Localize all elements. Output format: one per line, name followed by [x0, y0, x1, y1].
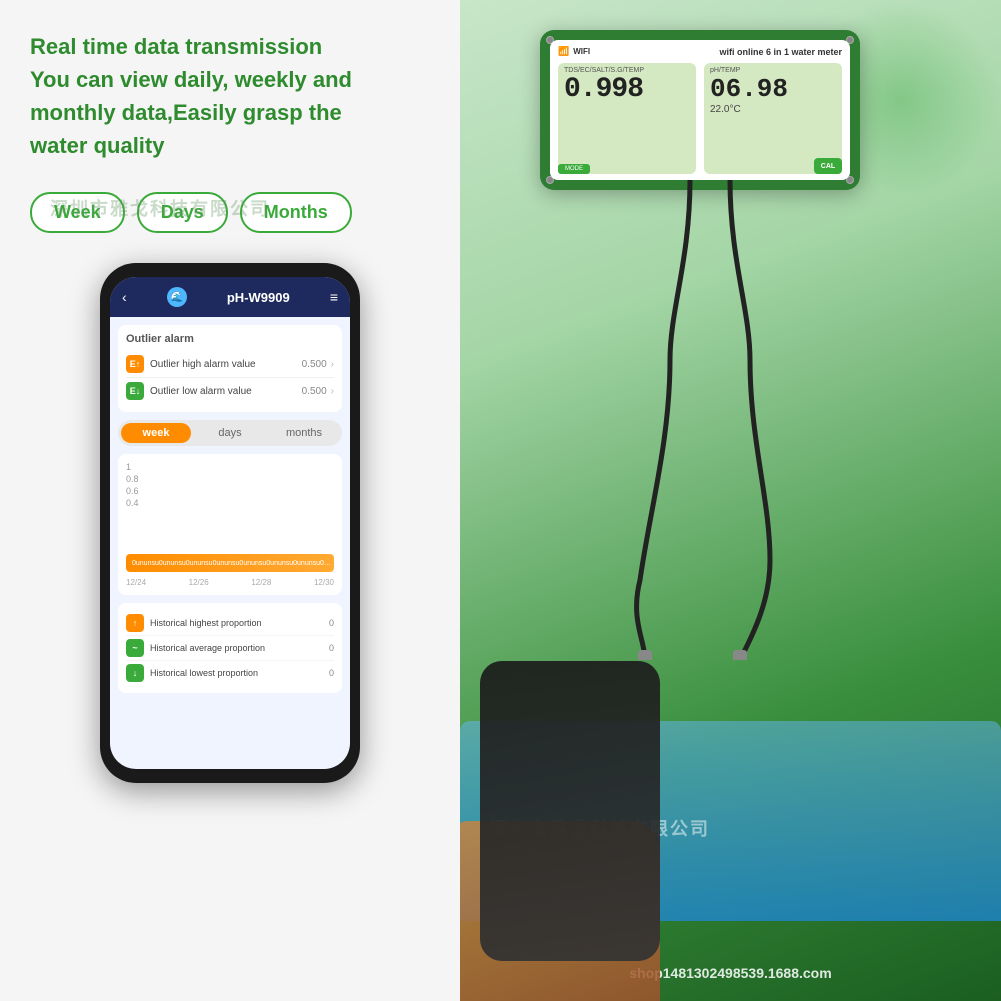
period-tab-week[interactable]: week: [121, 423, 191, 443]
watermark-left: 深圳市雅戈科技有限公司: [50, 195, 270, 221]
date-1226: 12/26: [189, 578, 209, 587]
stat-avg-value: 0: [329, 643, 334, 653]
stat-high-icon: ↑: [126, 614, 144, 632]
period-tab-months[interactable]: months: [269, 423, 339, 443]
alarm-high-label: Outlier high alarm value: [150, 359, 302, 370]
phone-header: ‹ 🌊 pH-W9909 ≡: [110, 277, 350, 317]
stat-row-highest: ↑ Historical highest proportion 0: [126, 611, 334, 636]
wifi-symbol: 📶: [558, 46, 569, 57]
alarm-low-label: Outlier low alarm value: [150, 386, 302, 397]
chart-dates: 12/24 12/26 12/28 12/30: [126, 576, 334, 587]
temp-display: 22.0°C: [710, 104, 836, 115]
main-container: Real time data transmission You can view…: [0, 0, 1001, 1001]
alarm-low-icon: E↓: [126, 382, 144, 400]
chart-y-labels: 1 0.8 0.6 0.4: [126, 462, 334, 508]
right-display-label: pH/TEMP: [710, 67, 836, 74]
phone-body: Outlier alarm E↑ Outlier high alarm valu…: [110, 317, 350, 769]
device-box-inner: 📶 WIFI wifi online 6 in 1 water meter TD…: [550, 40, 850, 180]
alarm-high-chevron[interactable]: ›: [331, 359, 334, 370]
alarm-high-icon: E↑: [126, 355, 144, 373]
stat-low-value: 0: [329, 668, 334, 678]
alarm-low-chevron[interactable]: ›: [331, 386, 334, 397]
app-logo: 🌊: [167, 287, 187, 307]
alarm-title: Outlier alarm: [126, 333, 334, 345]
left-display-value: 0.998: [564, 74, 690, 105]
chart-label-04: 0.4: [126, 498, 334, 508]
display-right: pH/TEMP 06.98 22.0°C CAL: [704, 63, 842, 174]
chart-bar: 0ununsu0ununsu0ununsu0ununsu0ununsu0unun…: [126, 554, 334, 572]
period-tab-days[interactable]: days: [195, 423, 265, 443]
device-displays: TDS/EC/SALT/S.G/TEMP 0.998 MODE pH/TEMP …: [558, 63, 842, 174]
left-display-label: TDS/EC/SALT/S.G/TEMP: [564, 67, 690, 74]
alarm-low-value: 0.500: [302, 386, 327, 397]
right-panel: 📶 WIFI wifi online 6 in 1 water meter TD…: [460, 0, 1001, 1001]
stat-avg-icon: ~: [126, 639, 144, 657]
display-left: TDS/EC/SALT/S.G/TEMP 0.998 MODE: [558, 63, 696, 174]
chart-label-06: 0.6: [126, 486, 334, 496]
stat-row-lowest: ↓ Historical lowest proportion 0: [126, 661, 334, 685]
alarm-high-value: 0.500: [302, 359, 327, 370]
alarm-row-high: E↑ Outlier high alarm value 0.500 ›: [126, 351, 334, 378]
hand-phone: [480, 661, 660, 961]
chart-bar-area: 0ununsu0ununsu0ununsu0ununsu0ununsu0unun…: [126, 512, 334, 572]
stat-low-label: Historical lowest proportion: [150, 668, 329, 678]
cables-svg: [560, 160, 860, 660]
phone-wrapper: ‹ 🌊 pH-W9909 ≡ Outlier alarm E↑ Outlier …: [30, 263, 430, 981]
stat-high-value: 0: [329, 618, 334, 628]
device-top-bar: 📶 WIFI wifi online 6 in 1 water meter: [558, 46, 842, 57]
chart-area: 1 0.8 0.6 0.4 0ununsu0ununsu0ununsu0unun…: [118, 454, 342, 595]
alarm-row-low: E↓ Outlier low alarm value 0.500 ›: [126, 378, 334, 404]
phone-mockup: ‹ 🌊 pH-W9909 ≡ Outlier alarm E↑ Outlier …: [100, 263, 360, 783]
stat-low-icon: ↓: [126, 664, 144, 682]
alarm-section: Outlier alarm E↑ Outlier high alarm valu…: [118, 325, 342, 412]
stat-row-avg: ~ Historical average proportion 0: [126, 636, 334, 661]
device-title: wifi online 6 in 1 water meter: [719, 47, 842, 57]
chart-label-08: 0.8: [126, 474, 334, 484]
date-1224: 12/24: [126, 578, 146, 587]
chart-bar-text: 0ununsu0ununsu0ununsu0ununsu0ununsu0unun…: [126, 560, 334, 567]
right-display-value: 06.98: [710, 74, 836, 104]
menu-icon[interactable]: ≡: [330, 289, 338, 305]
date-1230: 12/30: [314, 578, 334, 587]
left-panel: Real time data transmission You can view…: [0, 0, 460, 1001]
stat-high-label: Historical highest proportion: [150, 618, 329, 628]
phone-title: pH-W9909: [227, 290, 290, 305]
chart-label-1: 1: [126, 462, 334, 472]
wifi-label: WIFI: [573, 47, 590, 56]
tagline: Real time data transmission You can view…: [30, 30, 430, 162]
stat-avg-label: Historical average proportion: [150, 643, 329, 653]
stats-section: ↑ Historical highest proportion 0 ~ Hist…: [118, 603, 342, 693]
phone-screen: ‹ 🌊 pH-W9909 ≡ Outlier alarm E↑ Outlier …: [110, 277, 350, 769]
back-icon[interactable]: ‹: [122, 289, 127, 305]
period-tabs: week days months: [118, 420, 342, 446]
date-1228: 12/28: [251, 578, 271, 587]
